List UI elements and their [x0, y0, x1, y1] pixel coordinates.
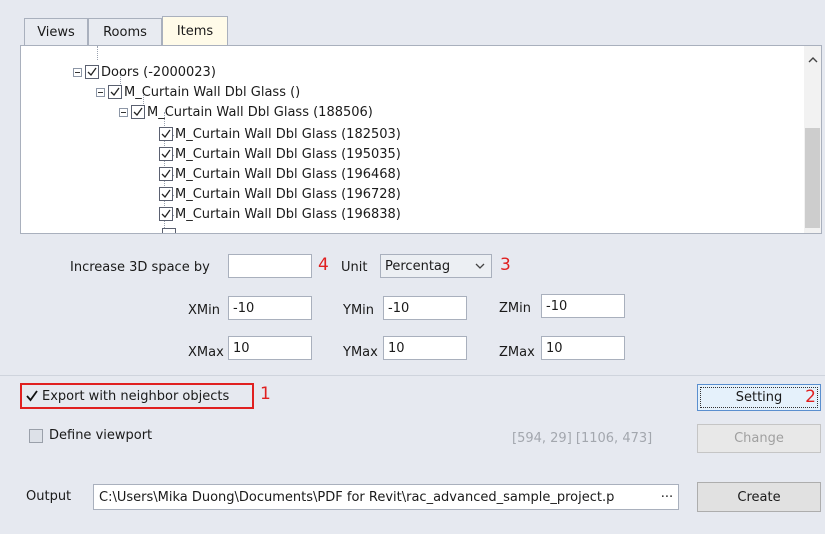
export-neighbor-checkbox[interactable]: Export with neighbor objects	[20, 383, 254, 409]
output-path-field[interactable]: C:\Users\Mika Duong\Documents\PDF for Re…	[93, 484, 679, 510]
tree-label: M_Curtain Wall Dbl Glass ()	[124, 84, 301, 100]
annotation-number: 1	[260, 384, 271, 404]
collapse-icon[interactable]	[119, 107, 128, 117]
tree-node-instance[interactable]: M_Curtain Wall Dbl Glass (195035)	[159, 144, 401, 164]
tree-label: Doors (-2000023)	[101, 64, 216, 80]
output-label: Output	[26, 489, 72, 504]
items-tree[interactable]: Doors (-2000023) M_Curtain Wall Dbl Glas…	[20, 45, 822, 234]
tree-label: M_Curtain Wall Dbl Glass (188506)	[147, 104, 373, 120]
unit-select[interactable]: Percentag	[380, 254, 492, 278]
tab-label: Items	[176, 24, 214, 39]
tree-label: M_Curtain Wall Dbl Glass (196728)	[175, 186, 401, 202]
tab-items[interactable]: Items	[162, 16, 228, 46]
annotation-number: 2	[805, 387, 816, 407]
checkbox[interactable]	[159, 147, 173, 161]
tab-rooms[interactable]: Rooms	[88, 18, 162, 46]
checkbox[interactable]	[108, 85, 122, 99]
checkbox[interactable]	[131, 105, 145, 119]
checkbox[interactable]	[159, 167, 173, 181]
zmin-label: ZMin	[499, 301, 531, 316]
zmax-label: ZMax	[499, 345, 535, 360]
create-button[interactable]: Create	[697, 482, 821, 512]
setting-button[interactable]: Setting 2	[697, 384, 821, 411]
collapse-icon[interactable]	[96, 87, 105, 97]
space-input[interactable]	[228, 254, 312, 278]
chevron-down-icon	[475, 263, 485, 269]
tab-label: Views	[37, 25, 75, 40]
tree-node-instance[interactable]: M_Curtain Wall Dbl Glass (196728)	[159, 184, 401, 204]
checkbox[interactable]	[159, 207, 173, 221]
tree-node-family[interactable]: M_Curtain Wall Dbl Glass ()	[96, 82, 300, 102]
ellipsis-icon: ···	[660, 489, 674, 505]
scrollbar-thumb[interactable]	[805, 128, 820, 228]
xmin-label: XMin	[188, 303, 220, 318]
ymin-label: YMin	[343, 303, 375, 318]
tree-label: M_Curtain Wall Dbl Glass (196468)	[175, 166, 401, 182]
tree-label: M_Curtain Wall Dbl Glass (182503)	[175, 126, 401, 142]
tree-connector	[97, 46, 98, 60]
zmax-input[interactable]: 10	[541, 336, 625, 360]
unit-label: Unit	[341, 260, 368, 275]
chevron-up-icon[interactable]	[808, 56, 818, 64]
tree-node-instance[interactable]: M_Curtain Wall Dbl Glass (196468)	[159, 164, 401, 184]
xmax-input[interactable]: 10	[228, 336, 312, 360]
xmax-label: XMax	[188, 345, 224, 360]
tree-label: M_Curtain Wall Dbl Glass (196838)	[175, 206, 401, 222]
tree-label: M_Curtain Wall Dbl Glass (195035)	[175, 146, 401, 162]
checkbox[interactable]	[159, 127, 173, 141]
define-viewport-label: Define viewport	[49, 428, 153, 443]
browse-button[interactable]: ···	[656, 486, 678, 508]
viewport-coords: [594, 29] [1106, 473]	[512, 431, 653, 446]
ymax-label: YMax	[343, 345, 378, 360]
tree-node-type[interactable]: M_Curtain Wall Dbl Glass (188506)	[119, 102, 373, 122]
tree-node-doors[interactable]: Doors (-2000023)	[73, 62, 216, 82]
ymax-input[interactable]: 10	[383, 336, 467, 360]
define-viewport-checkbox[interactable]: Define viewport	[29, 428, 152, 443]
tree-scrollbar[interactable]	[804, 46, 821, 233]
checkbox[interactable]	[29, 428, 43, 443]
ymin-input[interactable]: -10	[383, 296, 467, 320]
change-label: Change	[734, 431, 784, 446]
collapse-icon[interactable]	[73, 67, 82, 77]
checkmark-icon	[26, 390, 38, 402]
focus-ring	[700, 387, 818, 408]
export-neighbor-label: Export with neighbor objects	[42, 388, 230, 404]
checkbox[interactable]	[85, 65, 99, 79]
space-label: Increase 3D space by	[70, 260, 210, 275]
zmin-input[interactable]: -10	[541, 294, 625, 318]
checkbox[interactable]	[159, 187, 173, 201]
create-label: Create	[737, 489, 781, 505]
tree-node-instance[interactable]: M_Curtain Wall Dbl Glass (182503)	[159, 124, 401, 144]
annotation-number: 4	[318, 255, 329, 275]
xmin-input[interactable]: -10	[228, 296, 312, 320]
tab-views[interactable]: Views	[24, 18, 88, 46]
unit-value: Percentag	[385, 258, 451, 274]
checkbox[interactable]	[162, 228, 176, 233]
section-divider	[0, 375, 825, 376]
tree-node-instance[interactable]: M_Curtain Wall Dbl Glass (196838)	[159, 204, 401, 224]
annotation-number: 3	[500, 255, 511, 275]
change-button[interactable]: Change	[697, 424, 821, 453]
tab-label: Rooms	[103, 25, 147, 40]
output-path: C:\Users\Mika Duong\Documents\PDF for Re…	[99, 489, 615, 505]
